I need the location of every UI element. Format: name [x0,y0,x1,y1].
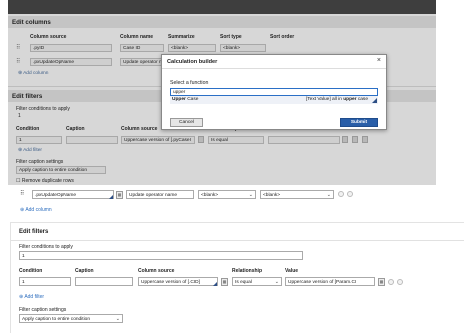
submit-button[interactable]: Submit [340,118,378,127]
edit-filters-panel: Edit filters Filter conditions to apply … [10,222,464,333]
filter-condition-field[interactable]: 1 [19,277,71,286]
dialog-title: Calculation builder [167,59,218,65]
caption-settings-label: Filter caption settings [16,159,64,165]
calculation-builder-dialog: Calculation builder × Select a function … [161,54,387,130]
calculator-icon[interactable] [198,136,204,143]
suggestion-name: Upper Case [172,97,198,102]
chevron-down-icon: ⌄ [326,192,331,198]
add-column-label: Add column [25,207,52,213]
column-row-snippet: ⠿ .pxUpdateOpName ▦ Update operator name… [14,187,370,217]
drag-handle-icon[interactable]: ⠿ [16,58,20,65]
sort-type-value: <blank> [263,192,281,198]
add-column-link[interactable]: ⊕ Add column [20,207,52,213]
sort-type-select[interactable]: <blank> ⌄ [260,190,334,199]
filter-conditions-label: Filter conditions to apply [19,244,73,250]
caption-settings-label: Filter caption settings [19,307,67,313]
calculator-icon[interactable]: ▦ [116,191,123,199]
divider [11,240,464,241]
summarize-select[interactable]: <blank> [168,44,216,52]
remove-circle-icon[interactable] [352,136,358,143]
calculator-icon[interactable]: ▦ [221,278,228,286]
suggestion-desc-pre: [Text Value] all in [305,97,344,102]
filter-caption-field[interactable] [75,277,133,286]
filter-value-field[interactable] [268,136,340,144]
filter-source-field[interactable]: Uppercase version of [.CID] [138,277,218,286]
suggestion-name-rest: Case [185,97,199,102]
add-filter-link[interactable]: ⊕ Add filter [19,294,44,300]
edit-columns-heading: Edit columns [8,16,436,28]
close-icon[interactable]: × [377,57,381,64]
add-filter-label: Add filter [24,294,45,300]
filter-caption-field[interactable] [66,136,118,144]
column-name-field[interactable]: Update operator name [120,58,164,66]
function-suggestion-upper-case[interactable]: Upper Case [Text Value] all in upper cas… [170,96,378,104]
column-source-field[interactable]: .pxUpdateOpName [30,58,112,66]
trash-icon[interactable] [397,279,403,285]
sort-type-select[interactable]: <blank> [220,44,266,52]
calculator-icon[interactable] [342,136,348,143]
col-header-sort-order: Sort order [270,34,295,40]
col-header-name: Column name [120,34,154,40]
filter-header-condition: Condition [16,126,40,132]
drag-handle-icon[interactable]: ⠿ [16,44,20,51]
relationship-select[interactable]: Is equal [208,136,264,144]
caption-settings-select[interactable]: Apply caption to entire condition ⌄ [19,314,123,323]
trash-icon[interactable] [362,136,368,143]
add-filter-link[interactable]: ⊕ Add filter [18,148,42,153]
chevron-down-icon: ⌄ [274,279,279,285]
suggestion-desc-post: case [356,97,368,102]
column-source-field[interactable]: .pyID [30,44,112,52]
filter-header-source: Column source [121,126,158,132]
add-filter-label: Add filter [23,148,43,153]
filter-header-source: Column source [138,268,175,274]
remove-circle-icon[interactable] [338,191,344,197]
chevron-down-icon: ⌄ [115,316,120,322]
header-bar [8,0,436,14]
cancel-button[interactable]: Cancel [170,118,203,127]
suggestion-desc-bold: upper [343,97,357,102]
filter-source-field[interactable]: Uppercase version of [.pyCaseI [121,136,195,144]
function-search-input[interactable] [170,88,378,96]
filter-header-caption: Caption [75,268,94,274]
calculator-icon[interactable]: ▦ [378,278,385,286]
remove-circle-icon[interactable] [388,279,394,285]
filter-value-field[interactable]: Uppercase version of [Param.CI [285,277,375,286]
filter-conditions-input[interactable]: 1 [19,251,303,260]
relationship-select[interactable]: Is equal ⌄ [232,277,282,286]
filter-conditions-label: Filter conditions to apply [16,106,70,112]
remove-duplicate-label: Remove duplicate rows [21,178,74,184]
filter-condition-field[interactable]: 1 [16,136,62,144]
column-name-field[interactable]: Case ID [120,44,164,52]
chevron-down-icon: ⌄ [248,192,253,198]
relationship-value: Is equal [235,279,252,285]
info-circle-icon[interactable] [347,191,353,197]
column-name-field[interactable]: Update operator name [126,190,194,199]
summarize-select[interactable]: <blank> ⌄ [198,190,256,199]
col-header-sort-type: Sort type [220,34,242,40]
add-column-label: Add column [23,71,49,76]
caption-settings-value: Apply caption to entire condition [22,316,90,322]
column-source-field[interactable]: .pxUpdateOpName [32,190,114,199]
select-function-label: Select a function [170,80,209,86]
dialog-divider [162,68,386,69]
summarize-value: <blank> [201,192,219,198]
caption-settings-select[interactable]: Apply caption to entire condition [16,166,106,174]
filter-header-condition: Condition [19,268,43,274]
suggestion-name-bold: Upper [172,97,186,102]
filter-header-relationship: Relationship [232,268,263,274]
suggestion-description: [Text Value] all in upper case [306,97,368,102]
filter-header-caption: Caption [66,126,85,132]
col-header-summarize: Summarize [168,34,195,40]
col-header-source: Column source [30,34,67,40]
remove-duplicate-checkbox[interactable]: ☐ Remove duplicate rows [16,178,74,184]
edit-filters-heading: Edit filters [19,229,49,235]
filter-conditions-value: 1 [18,113,21,119]
add-column-link[interactable]: ⊕ Add column [18,71,48,76]
drag-handle-icon[interactable]: ⠿ [20,190,24,197]
filter-header-value: Value [285,268,299,274]
